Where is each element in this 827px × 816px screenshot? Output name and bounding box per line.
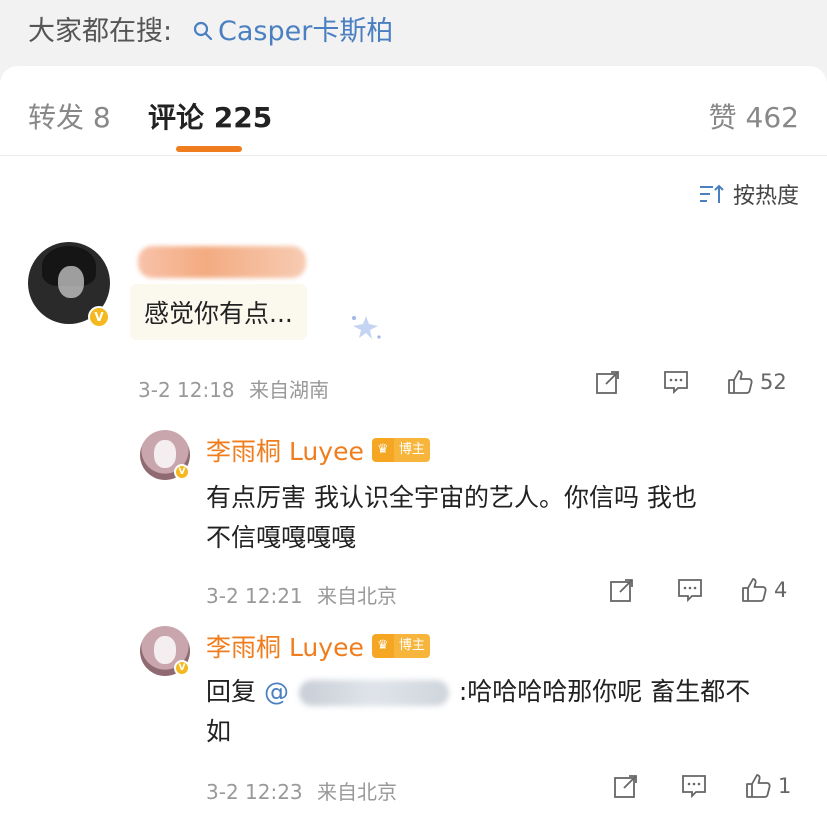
- reply-meta: 3-2 12:21 来自北京: [206, 580, 397, 609]
- comments-card: 转发 8 评论 225 赞 462 按热度 V 感觉你有点... 3-2 12:…: [0, 66, 827, 816]
- like-button[interactable]: 52: [726, 368, 787, 396]
- reply-author-name[interactable]: 李雨桐 Luyee: [206, 432, 364, 468]
- share-button[interactable]: [594, 368, 622, 396]
- trending-search-link[interactable]: Casper卡斯柏: [192, 9, 393, 48]
- crown-icon: ♛: [371, 438, 394, 462]
- reply-author[interactable]: 李雨桐 Luyee ♛ 博主: [206, 432, 430, 468]
- reply-button[interactable]: [676, 576, 704, 604]
- trending-search-query[interactable]: Casper卡斯柏: [218, 9, 393, 48]
- redacted-username: [138, 246, 306, 278]
- reply-actions: 4: [608, 576, 787, 604]
- blogger-badge: ♛ 博主: [371, 438, 430, 462]
- redacted-mention: [298, 680, 449, 706]
- verified-icon: V: [174, 660, 190, 676]
- sort-label: 按热度: [732, 184, 799, 209]
- reply-prefix: 回复: [206, 677, 257, 706]
- comment-meta: 3-2 12:18 来自湖南: [138, 374, 329, 403]
- comment-icon: [678, 579, 702, 603]
- trending-search-bar: 大家都在搜: Casper卡斯柏: [0, 0, 827, 62]
- blogger-badge: ♛ 博主: [371, 634, 430, 658]
- share-button[interactable]: [612, 772, 640, 800]
- reply-meta: 3-2 12:23 来自北京: [206, 776, 397, 805]
- share-icon: [596, 371, 619, 394]
- tab-active-indicator: [176, 146, 242, 152]
- like-button[interactable]: 1: [744, 772, 791, 800]
- reply-text: 有点厉害 我认识全宇宙的艺人。你信吗 我也 不信嘎嘎嘎嘎: [206, 478, 697, 558]
- reply-location: 来自北京: [317, 584, 398, 608]
- reply-text-suffix: :哈哈哈哈那你呢 畜生都不: [458, 677, 751, 706]
- like-icon: [728, 370, 753, 394]
- sparkle-decoration-icon: [352, 316, 381, 339]
- reply-time: 3-2 12:21: [206, 584, 303, 608]
- crown-icon: ♛: [371, 634, 394, 658]
- tab-comments[interactable]: 评论 225: [148, 96, 272, 136]
- reply-text-line: 回复 @ :哈哈哈哈那你呢 畜生都不: [206, 672, 750, 712]
- tab-likes[interactable]: 赞 462: [709, 96, 799, 136]
- search-icon: [192, 18, 214, 40]
- reply-actions: 1: [612, 772, 791, 800]
- reply-button[interactable]: [680, 772, 708, 800]
- comment-icon: [682, 775, 706, 799]
- reply-text-line: 不信嘎嘎嘎嘎: [206, 523, 357, 552]
- comment-actions: 52: [594, 368, 787, 396]
- reply-text-line: 有点厉害 我认识全宇宙的艺人。你信吗 我也: [206, 483, 697, 512]
- reply-author-name[interactable]: 李雨桐 Luyee: [206, 628, 364, 664]
- reply-button[interactable]: [662, 368, 690, 396]
- like-button[interactable]: 4: [740, 576, 787, 604]
- like-count: 4: [774, 578, 788, 602]
- reply-text-line: 如: [206, 717, 232, 746]
- mention-icon: @: [263, 677, 289, 706]
- blogger-badge-label: 博主: [393, 438, 430, 462]
- like-icon: [746, 774, 771, 798]
- sort-button[interactable]: 按热度: [699, 178, 799, 210]
- blogger-badge-label: 博主: [393, 634, 430, 658]
- like-count: 1: [778, 774, 792, 798]
- share-icon: [610, 579, 633, 602]
- comment-location: 来自湖南: [249, 378, 330, 402]
- tab-bar: 转发 8 评论 225 赞 462: [0, 66, 827, 156]
- reply-time: 3-2 12:23: [206, 780, 303, 804]
- reply-location: 来自北京: [317, 780, 398, 804]
- comment-time: 3-2 12:18: [138, 378, 235, 402]
- trending-search-prefix: 大家都在搜:: [28, 16, 173, 47]
- tab-reposts[interactable]: 转发 8: [28, 96, 111, 136]
- comment-icon: [664, 371, 688, 395]
- verified-icon: V: [88, 306, 110, 328]
- reply-text: 回复 @ :哈哈哈哈那你呢 畜生都不 如: [206, 672, 750, 752]
- share-button[interactable]: [608, 576, 636, 604]
- like-icon: [742, 578, 767, 602]
- like-count: 52: [760, 370, 787, 394]
- reply-author[interactable]: 李雨桐 Luyee ♛ 博主: [206, 628, 430, 664]
- sort-icon: [699, 184, 724, 203]
- share-icon: [614, 775, 637, 798]
- verified-icon: V: [174, 464, 190, 480]
- comment-text: 感觉你有点...: [130, 284, 307, 340]
